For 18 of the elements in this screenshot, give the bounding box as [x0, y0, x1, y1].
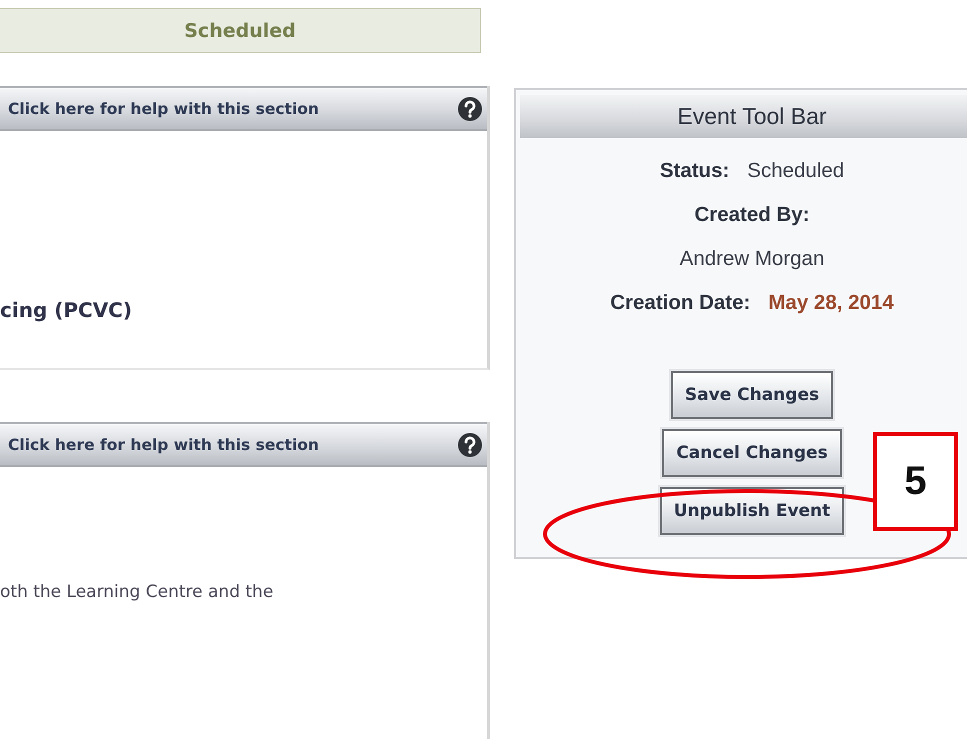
field-label: Created By:	[694, 202, 810, 228]
toolbar-button[interactable]: Unpublish Event	[660, 487, 844, 535]
toolbar-button[interactable]: Cancel Changes	[662, 429, 842, 477]
section-text: oth the Learning Centre and the	[0, 582, 274, 602]
field-label: Creation Date:	[610, 290, 750, 316]
field-value: Andrew Morgan	[680, 246, 824, 272]
toolbar-title: Event Tool Bar	[677, 103, 827, 130]
help-icon[interactable]	[457, 96, 483, 122]
field-value: May 28, 2014	[768, 290, 894, 316]
help-icon[interactable]	[457, 432, 483, 458]
help-link[interactable]: Click here for help with this section	[8, 436, 319, 454]
help-link[interactable]: Click here for help with this section	[8, 100, 319, 118]
step-number: 5	[873, 432, 958, 531]
status-text: Scheduled	[184, 20, 296, 42]
section-text: cing (PCVC)	[0, 298, 134, 322]
field-label: Status:	[660, 158, 730, 184]
field-value: Scheduled	[747, 158, 844, 184]
toolbar-button[interactable]: Save Changes	[670, 371, 834, 419]
